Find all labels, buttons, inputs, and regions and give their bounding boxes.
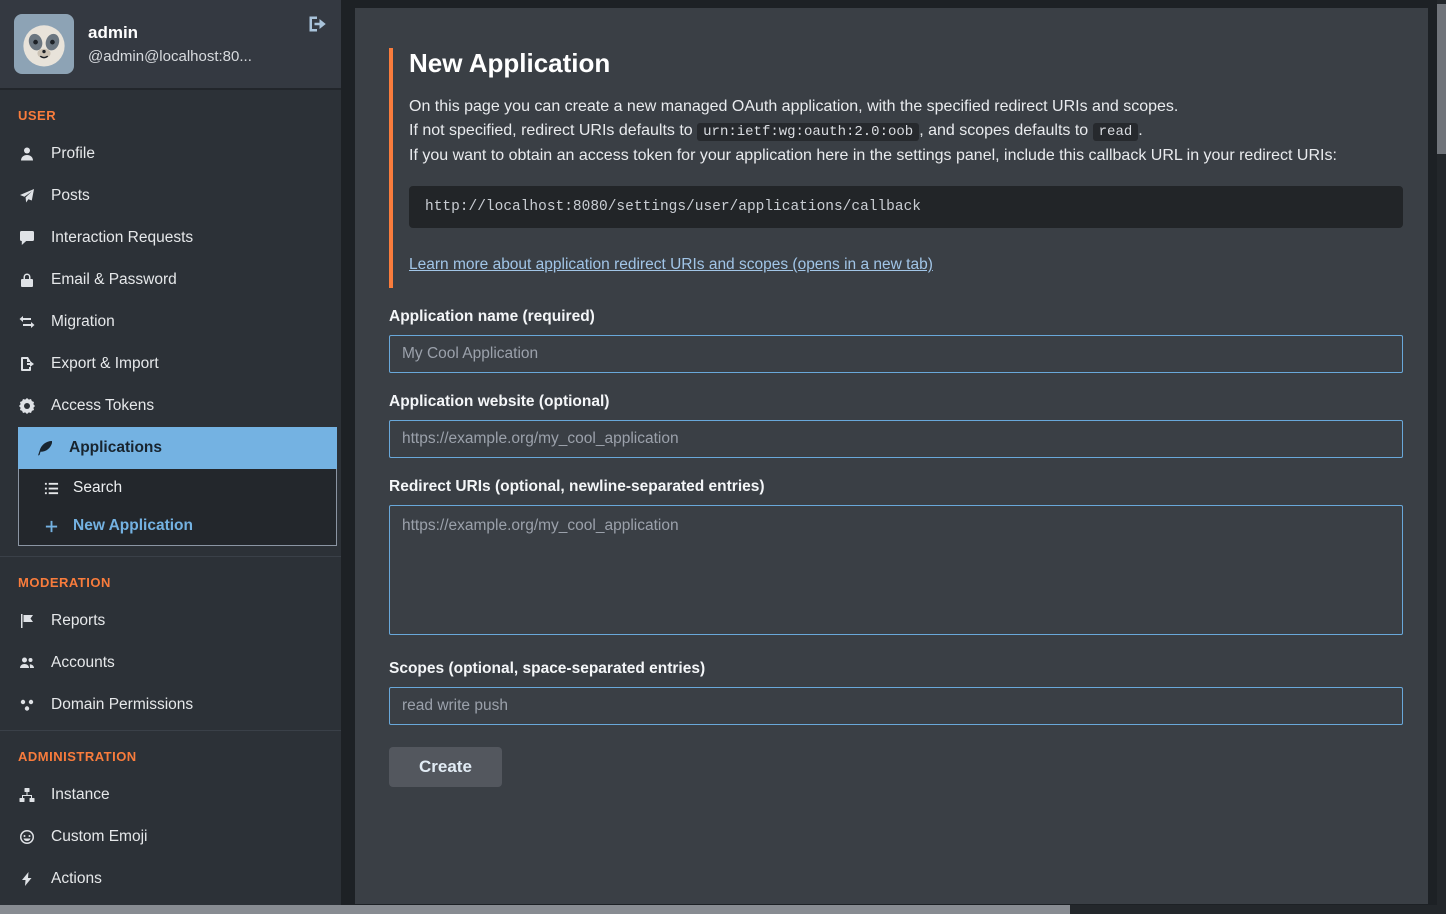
- sidebar-section-moderation: MODERATION Reports Accounts Domain Permi…: [0, 556, 341, 730]
- sidebar-item-interaction-requests[interactable]: Interaction Requests: [0, 217, 341, 259]
- scopes-label: Scopes (optional, space-separated entrie…: [389, 660, 1403, 678]
- plus-icon: [43, 519, 59, 534]
- file-export-icon: [18, 356, 35, 372]
- horizontal-scrollbar[interactable]: [0, 905, 1446, 914]
- intro-text: If you want to obtain an access token fo…: [409, 147, 1337, 164]
- section-label-moderation: MODERATION: [0, 557, 341, 600]
- sidebar-section-administration: ADMINISTRATION Instance Custom Emoji Act…: [0, 730, 341, 904]
- sitemap-icon: [18, 787, 35, 803]
- application-website-label: Application website (optional): [389, 393, 1403, 411]
- application-website-input[interactable]: [389, 420, 1403, 458]
- exchange-icon: [18, 314, 35, 330]
- paper-plane-icon: [18, 188, 35, 204]
- sidebar-item-custom-emoji[interactable]: Custom Emoji: [0, 816, 341, 858]
- create-button[interactable]: Create: [389, 747, 502, 787]
- users-icon: [18, 655, 35, 671]
- sidebar-item-profile[interactable]: Profile: [0, 133, 341, 175]
- sidebar-item-label: Instance: [51, 786, 110, 804]
- sidebar-item-label: Domain Permissions: [51, 696, 193, 714]
- submenu-item-label: Search: [73, 479, 122, 497]
- sidebar-section-user: USER Profile Posts Interaction Requests …: [0, 90, 341, 556]
- sidebar-item-posts[interactable]: Posts: [0, 175, 341, 217]
- sidebar-item-label: Migration: [51, 313, 115, 331]
- comment-icon: [18, 230, 35, 246]
- smiley-icon: [18, 829, 35, 845]
- sign-out-icon[interactable]: [307, 14, 327, 39]
- sidebar-item-reports[interactable]: Reports: [0, 600, 341, 642]
- sidebar: admin @admin@localhost:80... USER Profil…: [0, 0, 341, 914]
- intro-line-1: On this page you can create a new manage…: [409, 95, 1403, 119]
- callback-url-block: http://localhost:8080/settings/user/appl…: [409, 186, 1403, 228]
- intro-section: New Application On this page you can cre…: [389, 48, 1403, 288]
- sidebar-item-label: Export & Import: [51, 355, 159, 373]
- sidebar-item-label: Actions: [51, 870, 102, 888]
- sidebar-item-label: Applications: [69, 439, 162, 457]
- applications-submenu: Search New Application: [18, 469, 337, 546]
- sidebar-item-accounts[interactable]: Accounts: [0, 642, 341, 684]
- submenu-item-search[interactable]: Search: [19, 469, 336, 507]
- user-name: admin: [88, 20, 252, 46]
- sidebar-item-label: Posts: [51, 187, 90, 205]
- sloth-avatar: [14, 14, 74, 74]
- network-icon: [18, 697, 35, 713]
- submenu-item-new-application[interactable]: New Application: [19, 507, 336, 545]
- vertical-scrollbar-thumb[interactable]: [1437, 4, 1446, 154]
- application-name-input[interactable]: [389, 335, 1403, 373]
- sidebar-item-access-tokens[interactable]: Access Tokens: [0, 385, 341, 427]
- redirect-uris-textarea[interactable]: [389, 505, 1403, 635]
- user-card[interactable]: admin @admin@localhost:80...: [0, 0, 341, 90]
- flag-icon: [18, 613, 35, 629]
- redirect-uris-label: Redirect URIs (optional, newline-separat…: [389, 478, 1403, 496]
- main-panel: New Application On this page you can cre…: [355, 8, 1428, 904]
- horizontal-scrollbar-thumb[interactable]: [0, 905, 1070, 914]
- scopes-input[interactable]: [389, 687, 1403, 725]
- intro-text: If not specified, redirect URIs defaults…: [409, 122, 697, 139]
- submenu-item-label: New Application: [73, 517, 193, 535]
- sidebar-item-actions[interactable]: Actions: [0, 858, 341, 900]
- intro-text: On this page you can create a new manage…: [409, 98, 1178, 115]
- main-wrap: New Application On this page you can cre…: [341, 0, 1446, 914]
- intro-line-3: If you want to obtain an access token fo…: [409, 144, 1403, 168]
- lock-icon: [18, 272, 35, 288]
- user-handle: @admin@localhost:80...: [88, 46, 252, 69]
- list-icon: [43, 481, 59, 496]
- sidebar-item-email-password[interactable]: Email & Password: [0, 259, 341, 301]
- user-icon: [18, 146, 35, 162]
- intro-text: .: [1138, 122, 1142, 139]
- sidebar-item-label: Reports: [51, 612, 105, 630]
- oob-code: urn:ietf:wg:oauth:2.0:oob: [697, 123, 919, 141]
- sidebar-item-instance[interactable]: Instance: [0, 774, 341, 816]
- section-label-user: USER: [0, 90, 341, 133]
- sidebar-item-applications[interactable]: Applications: [18, 427, 337, 469]
- sidebar-item-label: Email & Password: [51, 271, 177, 289]
- intro-text: , and scopes defaults to: [919, 122, 1092, 139]
- learn-more-link[interactable]: Learn more about application redirect UR…: [409, 256, 933, 274]
- sidebar-item-label: Accounts: [51, 654, 115, 672]
- bolt-icon: [18, 871, 35, 887]
- user-meta: admin @admin@localhost:80...: [88, 20, 252, 68]
- sidebar-item-export-import[interactable]: Export & Import: [0, 343, 341, 385]
- sidebar-item-label: Interaction Requests: [51, 229, 193, 247]
- intro-line-2: If not specified, redirect URIs defaults…: [409, 119, 1403, 144]
- sidebar-item-label: Profile: [51, 145, 95, 163]
- sidebar-item-label: Custom Emoji: [51, 828, 147, 846]
- application-name-label: Application name (required): [389, 308, 1403, 326]
- vertical-scrollbar[interactable]: [1437, 0, 1446, 914]
- sidebar-item-label: Access Tokens: [51, 397, 154, 415]
- feather-icon: [36, 440, 53, 456]
- read-code: read: [1093, 123, 1139, 141]
- section-label-administration: ADMINISTRATION: [0, 731, 341, 774]
- sidebar-item-migration[interactable]: Migration: [0, 301, 341, 343]
- new-application-form: Application name (required) Application …: [389, 308, 1403, 787]
- page-title: New Application: [409, 48, 1403, 79]
- sidebar-item-domain-permissions[interactable]: Domain Permissions: [0, 684, 341, 726]
- certificate-icon: [18, 398, 35, 414]
